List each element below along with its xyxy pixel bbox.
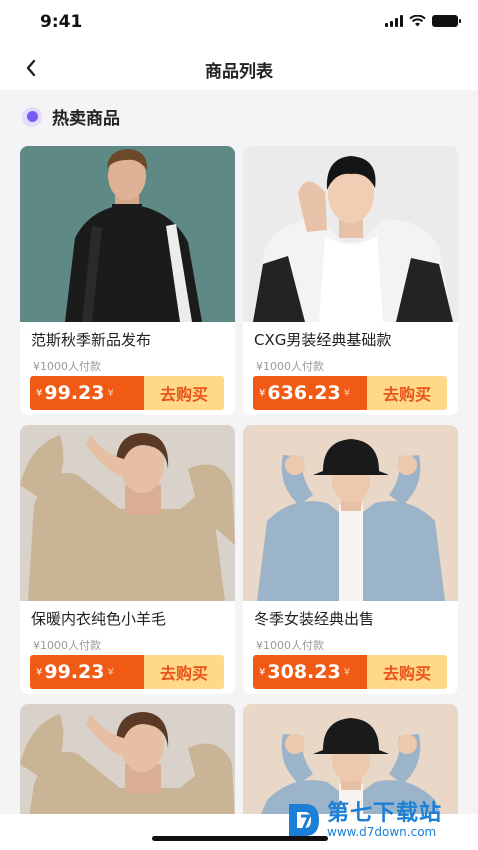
product-title[interactable]: 冬季女装经典出售 <box>254 608 374 629</box>
sales-count: ¥1000人付款 <box>256 639 324 652</box>
currency-suffix: ¥ <box>107 666 114 678</box>
product-card[interactable]: CXG男装经典基础款 ¥1000人付款 ¥ 636.23 ¥ 去购买 <box>243 146 458 415</box>
product-card[interactable]: 冬季女装经典出售 ¥1000人付款 ¥ 308.23 ¥ 去购买 <box>243 425 458 694</box>
product-image[interactable] <box>243 425 458 601</box>
price-bar: ¥ 99.23 ¥ 去购买 <box>30 376 224 410</box>
section-dot-icon <box>22 106 42 127</box>
currency-suffix: ¥ <box>343 666 351 678</box>
wifi-icon <box>409 15 426 27</box>
currency-suffix: ¥ <box>343 387 351 399</box>
nav-bar: 商品列表 <box>0 46 478 90</box>
status-time: 9:41 <box>40 12 83 32</box>
product-image[interactable] <box>20 704 235 824</box>
product-title[interactable]: 范斯秋季新品发布 <box>31 329 151 350</box>
product-title[interactable]: 保暖内衣纯色小羊毛 <box>31 608 166 629</box>
product-title[interactable]: CXG男装经典基础款 <box>254 329 391 350</box>
status-icons <box>385 15 461 27</box>
currency-symbol: ¥ <box>259 387 266 399</box>
price-bar: ¥ 99.23 ¥ 去购买 <box>30 655 224 689</box>
battery-icon <box>432 15 461 27</box>
product-image[interactable] <box>20 425 235 601</box>
product-card[interactable] <box>20 704 235 824</box>
sales-count: ¥1000人付款 <box>33 360 101 373</box>
price-value: 99.23 <box>44 382 105 404</box>
product-card[interactable]: 范斯秋季新品发布 ¥1000人付款 ¥ 99.23 ¥ 去购买 <box>20 146 235 415</box>
product-card[interactable]: 保暖内衣纯色小羊毛 ¥1000人付款 ¥ 99.23 ¥ 去购买 <box>20 425 235 694</box>
product-grid: 范斯秋季新品发布 ¥1000人付款 ¥ 99.23 ¥ 去购买 CXG男装经典基… <box>20 146 458 824</box>
sales-count: ¥1000人付款 <box>256 360 324 373</box>
currency-suffix: ¥ <box>107 387 114 399</box>
watermark-url: www.d7down.com <box>327 824 437 839</box>
currency-symbol: ¥ <box>36 387 43 399</box>
cellular-signal-icon <box>385 15 403 27</box>
price-bar: ¥ 636.23 ¥ 去购买 <box>253 376 447 410</box>
buy-button[interactable]: 去购买 <box>367 655 447 689</box>
price-value: 308.23 <box>267 661 341 683</box>
price-value: 636.23 <box>267 382 341 404</box>
product-image[interactable] <box>20 146 235 322</box>
page-title: 商品列表 <box>205 62 273 82</box>
section-header: 热卖商品 <box>22 104 120 129</box>
price-tag: ¥ 99.23 ¥ <box>30 376 144 410</box>
sales-count: ¥1000人付款 <box>33 639 101 652</box>
status-bar: 9:41 <box>0 0 478 46</box>
buy-button[interactable]: 去购买 <box>367 376 447 410</box>
section-title: 热卖商品 <box>52 109 120 129</box>
price-tag: ¥ 308.23 ¥ <box>253 655 367 689</box>
price-value: 99.23 <box>44 661 105 683</box>
d7-logo-icon <box>289 804 319 836</box>
price-bar: ¥ 308.23 ¥ 去购买 <box>253 655 447 689</box>
currency-symbol: ¥ <box>259 666 266 678</box>
product-image[interactable] <box>243 146 458 322</box>
price-tag: ¥ 99.23 ¥ <box>30 655 144 689</box>
currency-symbol: ¥ <box>36 666 43 678</box>
watermark-logo: 第七下载站 www.d7down.com <box>285 800 442 840</box>
buy-button[interactable]: 去购买 <box>144 376 224 410</box>
buy-button[interactable]: 去购买 <box>144 655 224 689</box>
price-tag: ¥ 636.23 ¥ <box>253 376 367 410</box>
watermark-title: 第七下载站 <box>327 800 443 826</box>
